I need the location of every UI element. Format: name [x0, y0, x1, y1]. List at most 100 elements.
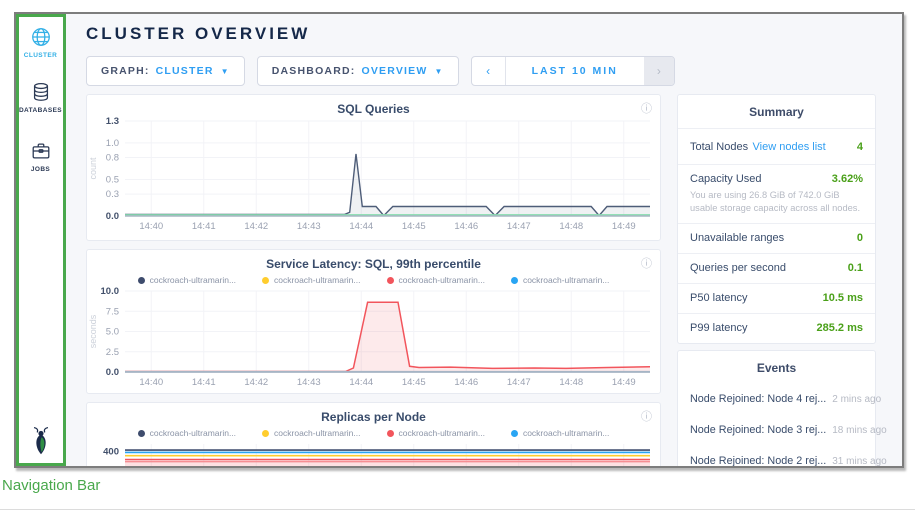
unavailable-ranges-value: 0 — [857, 232, 863, 244]
svg-text:14:46: 14:46 — [454, 377, 478, 388]
svg-text:14:44: 14:44 — [349, 377, 373, 388]
dashboard-selector-label: DASHBOARD: — [272, 65, 356, 77]
cockroachdb-logo[interactable] — [28, 426, 54, 456]
sql-queries-chart: 0.00.30.50.81.01.314:4014:4114:4214:4314… — [87, 116, 660, 239]
time-range-next-button[interactable]: › — [644, 57, 674, 85]
graph-selector[interactable]: GRAPH: CLUSTER ▼ — [86, 56, 245, 86]
navigation-bar-caption: Navigation Bar — [2, 477, 100, 494]
svg-text:0.8: 0.8 — [106, 153, 119, 164]
svg-text:14:44: 14:44 — [349, 221, 373, 232]
dashboard-controls: GRAPH: CLUSTER ▼ DASHBOARD: OVERVIEW ▼ ‹… — [86, 56, 902, 86]
dashboard-selector[interactable]: DASHBOARD: OVERVIEW ▼ — [257, 56, 459, 86]
event-text: Node Rejoined: Node 3 rej... — [690, 424, 826, 436]
event-text: Node Rejoined: Node 4 rej... — [690, 393, 826, 405]
summary-title: Summary — [678, 95, 875, 128]
svg-text:14:49: 14:49 — [612, 221, 636, 232]
summary-row-qps: Queries per second 0.1 — [678, 253, 875, 283]
sidebar-item-databases[interactable]: DATABASES — [19, 81, 62, 114]
qps-value: 0.1 — [848, 262, 863, 274]
legend-item: cockroach-ultramarin... — [511, 274, 609, 286]
p99-latency-value: 285.2 ms — [817, 322, 863, 334]
svg-text:14:48: 14:48 — [559, 377, 583, 388]
svg-text:14:46: 14:46 — [454, 221, 478, 232]
chevron-down-icon: ▼ — [221, 67, 230, 76]
svg-text:14:41: 14:41 — [192, 377, 216, 388]
event-time: 2 mins ago — [832, 394, 881, 405]
legend-dot-icon — [138, 430, 145, 437]
info-icon[interactable]: ⓘ — [641, 408, 652, 424]
total-nodes-value: 4 — [857, 141, 863, 153]
chart-title: SQL Queries — [87, 95, 660, 116]
event-row[interactable]: Node Rejoined: Node 2 rej... 31 mins ago — [678, 446, 875, 466]
svg-text:14:47: 14:47 — [507, 221, 531, 232]
view-nodes-list-link[interactable]: View nodes list — [753, 141, 826, 153]
svg-text:14:42: 14:42 — [244, 221, 268, 232]
legend-item: cockroach-ultramarin... — [387, 427, 485, 439]
side-panels-column: Summary Total Nodes View nodes list 4 — [677, 94, 876, 466]
sidebar-item-label: JOBS — [31, 166, 50, 173]
capacity-label: Capacity Used — [690, 173, 762, 185]
legend-item: cockroach-ultramarin... — [387, 274, 485, 286]
svg-text:10.0: 10.0 — [101, 286, 120, 297]
summary-panel: Summary Total Nodes View nodes list 4 — [677, 94, 876, 344]
legend-item: cockroach-ultramarin... — [138, 274, 236, 286]
unavailable-ranges-label: Unavailable ranges — [690, 232, 784, 244]
chart-title: Replicas per Node — [87, 403, 660, 424]
sidebar-item-cluster[interactable]: CLUSTER — [24, 26, 58, 59]
p99-latency-label: P99 latency — [690, 322, 747, 334]
info-icon[interactable]: ⓘ — [641, 100, 652, 116]
replicas-per-node-chart-card: Replicas per Node ⓘ cockroach-ultramarin… — [86, 402, 661, 466]
event-row[interactable]: Node Rejoined: Node 3 rej... 18 mins ago — [678, 415, 875, 446]
summary-row-unavailable-ranges: Unavailable ranges 0 — [678, 223, 875, 253]
content-row: SQL Queries ⓘ 0.00.30.50.81.01.314:4014:… — [86, 94, 902, 466]
chart-legend: cockroach-ultramarin... cockroach-ultrama… — [87, 274, 660, 286]
svg-text:0.0: 0.0 — [106, 367, 119, 378]
events-panel: Events Node Rejoined: Node 4 rej... 2 mi… — [677, 350, 876, 466]
svg-text:14:48: 14:48 — [559, 221, 583, 232]
page-title: CLUSTER OVERVIEW — [86, 24, 902, 44]
svg-text:14:43: 14:43 — [297, 377, 321, 388]
svg-text:1.0: 1.0 — [106, 138, 119, 149]
legend-dot-icon — [387, 277, 394, 284]
svg-text:14:45: 14:45 — [402, 377, 426, 388]
legend-item: cockroach-ultramarin... — [262, 427, 360, 439]
p50-latency-value: 10.5 ms — [823, 292, 863, 304]
main-content: CLUSTER OVERVIEW GRAPH: CLUSTER ▼ DASHBO… — [66, 14, 902, 466]
svg-text:7.5: 7.5 — [106, 306, 119, 317]
svg-text:14:41: 14:41 — [192, 221, 216, 232]
svg-text:seconds: seconds — [88, 314, 98, 348]
svg-text:14:42: 14:42 — [244, 377, 268, 388]
legend-dot-icon — [511, 430, 518, 437]
events-title: Events — [678, 351, 875, 384]
svg-text:400: 400 — [103, 447, 119, 458]
sql-queries-chart-card: SQL Queries ⓘ 0.00.30.50.81.01.314:4014:… — [86, 94, 661, 241]
cockroachdb-admin-window: CLUSTER DATABASES — [14, 12, 904, 468]
info-icon[interactable]: ⓘ — [641, 255, 652, 271]
time-range-label[interactable]: LAST 10 MIN — [506, 57, 644, 85]
graph-selector-value: CLUSTER — [156, 65, 214, 77]
svg-text:14:49: 14:49 — [612, 377, 636, 388]
summary-row-p50: P50 latency 10.5 ms — [678, 283, 875, 313]
graph-selector-label: GRAPH: — [101, 65, 150, 77]
svg-text:14:43: 14:43 — [297, 221, 321, 232]
legend-dot-icon — [387, 430, 394, 437]
legend-item: cockroach-ultramarin... — [511, 427, 609, 439]
legend-dot-icon — [262, 277, 269, 284]
legend-dot-icon — [262, 430, 269, 437]
dashboard-selector-value: OVERVIEW — [361, 65, 427, 77]
service-latency-chart: 0.02.55.07.510.014:4014:4114:4214:4314:4… — [87, 286, 660, 395]
databases-icon — [30, 81, 52, 103]
legend-item: cockroach-ultramarin... — [138, 427, 236, 439]
briefcase-icon — [30, 140, 52, 162]
summary-row-p99: P99 latency 285.2 ms — [678, 313, 875, 343]
svg-text:count: count — [88, 157, 98, 180]
svg-text:5.0: 5.0 — [106, 327, 119, 338]
charts-column: SQL Queries ⓘ 0.00.30.50.81.01.314:4014:… — [86, 94, 661, 466]
capacity-value: 3.62% — [832, 173, 863, 185]
sidebar-item-label: CLUSTER — [24, 52, 58, 59]
svg-text:0.5: 0.5 — [106, 174, 119, 185]
time-range-prev-button[interactable]: ‹ — [472, 57, 506, 85]
chart-legend: cockroach-ultramarin... cockroach-ultrama… — [87, 427, 660, 439]
sidebar-item-jobs[interactable]: JOBS — [30, 140, 52, 173]
event-row[interactable]: Node Rejoined: Node 4 rej... 2 mins ago — [678, 384, 875, 415]
